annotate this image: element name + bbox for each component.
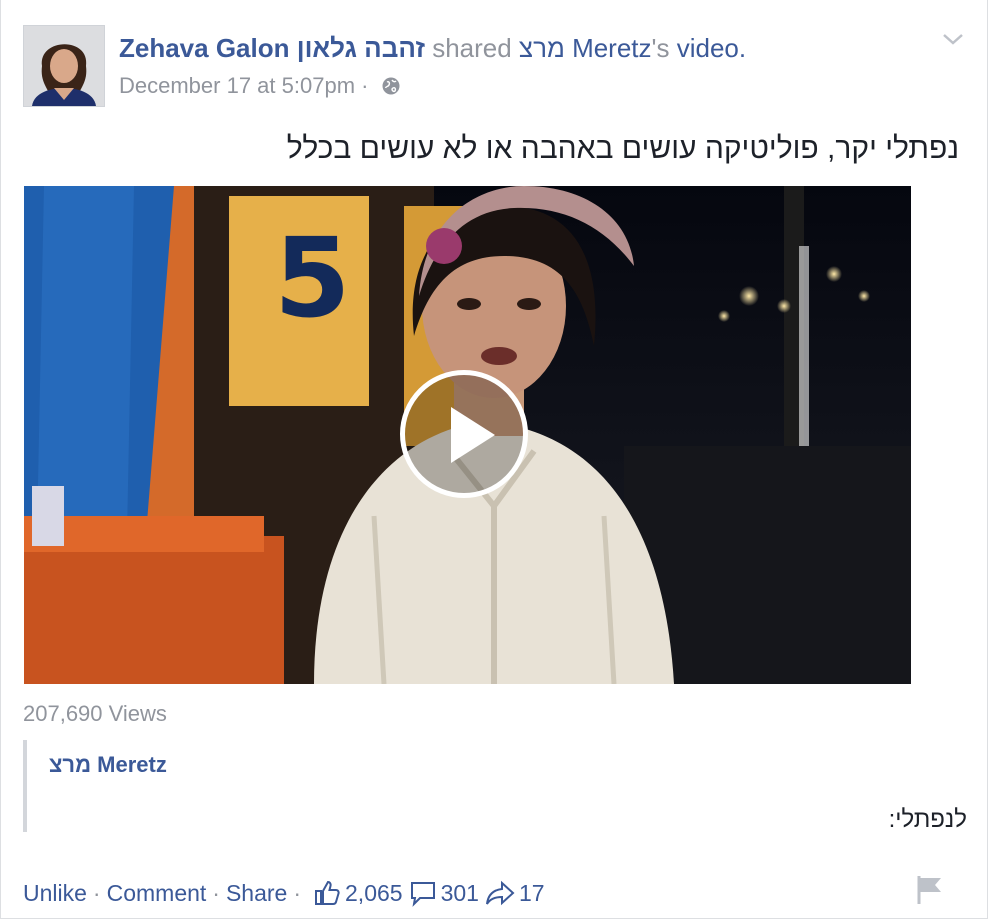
action-bar: Unlike · Comment · Share · 2,065 301 17 <box>23 876 545 910</box>
comments-count: 301 <box>440 880 479 906</box>
action-separator: · <box>293 880 302 906</box>
video-player[interactable]: 5 <box>24 186 911 684</box>
likes-count: 2,065 <box>345 880 403 906</box>
unlike-button[interactable]: Unlike <box>23 876 87 910</box>
flag-icon[interactable] <box>915 874 945 911</box>
shared-post-attachment[interactable]: מרצ Meretz לנפתלי: <box>23 740 967 833</box>
shared-post-author-link[interactable]: מרצ Meretz <box>49 752 167 778</box>
post-meta: December 17 at 5:07pm · <box>119 72 401 103</box>
shared-label: shared <box>432 33 512 63</box>
action-separator: · <box>212 880 220 906</box>
share-button[interactable]: Share <box>226 876 287 910</box>
author-name-link[interactable]: Zehava Galon זהבה גלאון <box>119 33 425 63</box>
meta-separator: · <box>361 73 369 98</box>
shares-count-link[interactable]: 17 <box>485 876 545 910</box>
author-avatar[interactable] <box>23 25 105 107</box>
globe-icon[interactable] <box>381 75 401 103</box>
post-timestamp-link[interactable]: December 17 at 5:07pm <box>119 73 355 98</box>
possessive-suffix: 's <box>651 33 670 63</box>
shared-source-link[interactable]: מרצ Meretz <box>519 33 652 63</box>
comments-count-link[interactable]: 301 <box>409 876 479 910</box>
speech-bubble-icon <box>410 882 435 907</box>
likes-count-link[interactable]: 2,065 <box>313 876 403 910</box>
svg-text:5: 5 <box>274 214 351 342</box>
chevron-down-icon[interactable] <box>941 30 965 53</box>
shared-post-text: לנפתלי: <box>888 806 967 833</box>
shared-video-link[interactable]: video. <box>677 33 746 63</box>
thumbs-up-icon <box>315 880 340 905</box>
post-header: Zehava Galon זהבה גלאון shared מרצ Meret… <box>119 32 746 64</box>
play-icon[interactable] <box>400 370 528 498</box>
shares-count: 17 <box>518 880 545 906</box>
action-separator: · <box>92 880 101 906</box>
comment-button[interactable]: Comment <box>107 876 207 910</box>
video-view-count: 207,690 Views <box>23 701 167 726</box>
post-message: נפתלי יקר, פוליטיקה עושים באהבה או לא עו… <box>286 132 959 165</box>
post-card: Zehava Galon זהבה גלאון shared מרצ Meret… <box>0 0 988 919</box>
share-arrow-icon <box>485 880 515 906</box>
